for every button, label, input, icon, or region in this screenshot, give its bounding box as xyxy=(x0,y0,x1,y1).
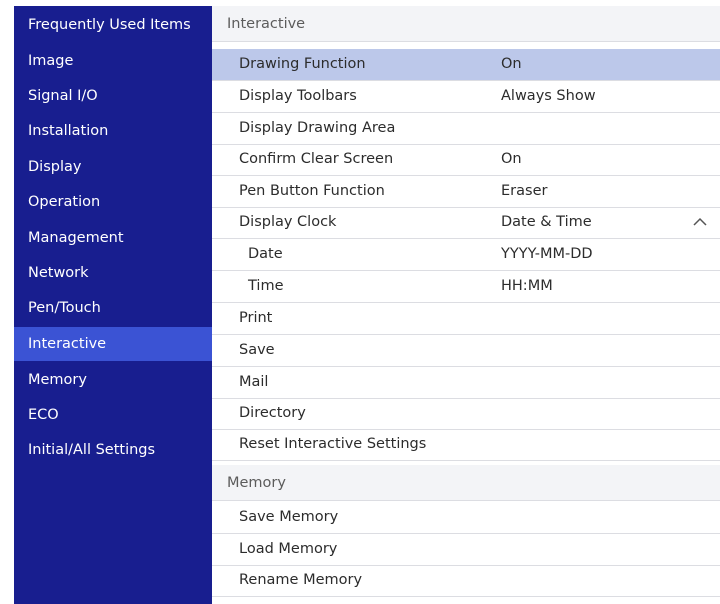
section-header-memory: Memory xyxy=(212,465,720,501)
row-label: Reset Interactive Settings xyxy=(239,436,427,452)
menu-row-print[interactable]: Print xyxy=(212,303,720,335)
sidebar-item-pen-touch[interactable]: Pen/Touch xyxy=(14,291,212,325)
chevron-up-icon[interactable] xyxy=(691,213,709,231)
row-value: On xyxy=(501,151,522,167)
menu-row-directory[interactable]: Directory xyxy=(212,398,720,430)
menu-row-date[interactable]: Date YYYY-MM-DD xyxy=(212,239,720,271)
sidebar-item-initial-all-settings[interactable]: Initial/All Settings xyxy=(14,433,212,467)
row-label: Date xyxy=(248,246,283,262)
row-label: Time xyxy=(248,278,284,294)
row-value: Always Show xyxy=(501,88,596,104)
row-label: Save xyxy=(239,342,275,358)
menu-row-save[interactable]: Save xyxy=(212,335,720,367)
menu-row-drawing-function[interactable]: Drawing Function On xyxy=(212,49,720,81)
sidebar-item-frequently-used-items[interactable]: Frequently Used Items xyxy=(14,8,212,42)
sidebar-item-interactive[interactable]: Interactive xyxy=(14,327,212,361)
section-header-interactive: Interactive xyxy=(212,6,720,42)
row-value: HH:MM xyxy=(501,278,553,294)
sidebar: Frequently Used Items Image Signal I/O I… xyxy=(14,6,212,604)
row-label: Confirm Clear Screen xyxy=(239,151,394,167)
row-value: YYYY-MM-DD xyxy=(501,246,593,262)
sidebar-item-network[interactable]: Network xyxy=(14,256,212,290)
sidebar-item-management[interactable]: Management xyxy=(14,221,212,255)
sidebar-item-eco[interactable]: ECO xyxy=(14,398,212,432)
menu-row-display-clock[interactable]: Display Clock Date & Time xyxy=(212,207,720,239)
menu-row-save-memory[interactable]: Save Memory xyxy=(212,502,720,534)
menu-row-pen-button-function[interactable]: Pen Button Function Eraser xyxy=(212,176,720,208)
row-label: Mail xyxy=(239,374,269,390)
row-label: Load Memory xyxy=(239,541,338,557)
row-label: Drawing Function xyxy=(239,56,366,72)
settings-panel: Interactive Drawing Function On Display … xyxy=(212,6,720,604)
row-value: On xyxy=(501,56,522,72)
row-label: Rename Memory xyxy=(239,572,363,588)
row-label: Display Toolbars xyxy=(239,88,357,104)
menu-row-reset-interactive-settings[interactable]: Reset Interactive Settings xyxy=(212,429,720,461)
sidebar-item-memory[interactable]: Memory xyxy=(14,363,212,397)
menu-row-rename-memory[interactable]: Rename Memory xyxy=(212,565,720,597)
sidebar-item-display[interactable]: Display xyxy=(14,150,212,184)
sidebar-item-operation[interactable]: Operation xyxy=(14,185,212,219)
menu-row-time[interactable]: Time HH:MM xyxy=(212,271,720,303)
menu-row-mail[interactable]: Mail xyxy=(212,367,720,399)
row-label: Save Memory xyxy=(239,509,339,525)
row-label: Pen Button Function xyxy=(239,183,385,199)
sidebar-item-signal-io[interactable]: Signal I/O xyxy=(14,79,212,113)
row-label: Print xyxy=(239,310,273,326)
row-label: Directory xyxy=(239,405,306,421)
menu-row-display-drawing-area[interactable]: Display Drawing Area xyxy=(212,113,720,145)
sidebar-item-image[interactable]: Image xyxy=(14,44,212,78)
sidebar-item-installation[interactable]: Installation xyxy=(14,114,212,148)
row-value: Eraser xyxy=(501,183,548,199)
row-label: Display Drawing Area xyxy=(239,120,396,136)
row-value: Date & Time xyxy=(501,214,592,230)
menu-row-load-memory[interactable]: Load Memory xyxy=(212,534,720,566)
row-label: Display Clock xyxy=(239,214,337,230)
menu-row-confirm-clear-screen[interactable]: Confirm Clear Screen On xyxy=(212,144,720,176)
menu-row-display-toolbars[interactable]: Display Toolbars Always Show xyxy=(212,81,720,113)
